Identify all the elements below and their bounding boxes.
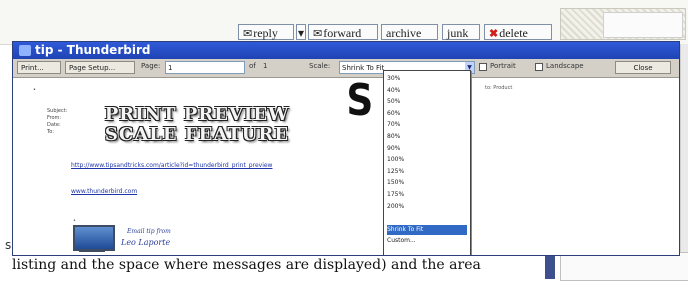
scale-option[interactable]: 90%	[387, 144, 467, 154]
page-count: 1	[263, 62, 268, 70]
background-scroll-thumb	[545, 255, 555, 279]
scale-option[interactable]: 80%	[387, 132, 467, 142]
thumbnail-pane	[603, 12, 683, 38]
thunderbird-window: tip - Thunderbird Print... Page Setup...…	[12, 41, 680, 256]
scale-option[interactable]: 40%	[387, 86, 467, 96]
portrait-label: Portrait	[490, 62, 516, 70]
preview-bullet: •	[73, 218, 76, 224]
landscape-label: Landscape	[546, 62, 584, 70]
scale-option[interactable]: 70%	[387, 120, 467, 130]
delete-icon: ✖	[489, 28, 499, 40]
scale-option[interactable]: Shrink To Fit	[387, 224, 467, 235]
landscape-radio[interactable]	[535, 63, 543, 71]
to-label: To:	[47, 129, 54, 135]
scale-select-value: Shrink To Fit	[342, 64, 385, 72]
portrait-radio[interactable]	[479, 63, 487, 71]
annotation-s-mark: S	[346, 75, 374, 126]
delete-label: delete	[499, 26, 528, 40]
preview-title-line1: PRINT PREVIEW	[104, 104, 290, 125]
junk-button[interactable]: junk	[442, 24, 480, 40]
background-edge-mark: s	[5, 238, 12, 252]
preview-right-text: to: Product	[485, 85, 513, 91]
reply-dropdown-button[interactable]: ▾	[296, 24, 306, 40]
scale-option[interactable]: 125%	[387, 167, 467, 177]
scale-option[interactable]: 100%	[387, 155, 467, 165]
reply-label: reply	[253, 26, 278, 40]
window-titlebar: tip - Thunderbird	[13, 42, 679, 59]
forward-label: forward	[323, 26, 362, 40]
thunderbird-icon	[19, 45, 31, 56]
of-label: of	[249, 62, 256, 70]
preview-url-link[interactable]: http://www.tipsandtricks.com/article?id=…	[71, 162, 272, 169]
archive-button[interactable]: archive	[381, 24, 438, 40]
junk-label: junk	[447, 26, 469, 40]
forward-button[interactable]: ✉forward	[308, 24, 378, 40]
background-scroll-strip	[680, 44, 688, 254]
close-button[interactable]: Close	[615, 61, 671, 74]
background-caption: listing and the space where messages are…	[12, 257, 481, 273]
print-button[interactable]: Print...	[17, 61, 61, 74]
scale-option[interactable]: 200%	[387, 202, 467, 212]
delete-button[interactable]: ✖delete	[484, 24, 552, 40]
scale-option[interactable]: 175%	[387, 190, 467, 200]
preview-site-link[interactable]: www.thunderbird.com	[71, 188, 137, 195]
page-label: Page:	[141, 62, 161, 70]
signature-line2: Leo Laporte	[121, 238, 171, 247]
archive-label: archive	[386, 26, 422, 40]
page-input[interactable]: 1	[165, 61, 245, 74]
thumbnail-image	[560, 8, 686, 40]
reply-icon: ✉	[243, 28, 253, 40]
computer-monitor-icon	[73, 225, 115, 251]
scale-label: Scale:	[309, 62, 331, 70]
forward-icon: ✉	[313, 28, 323, 40]
preview-title-line2: SCALE FEATURE	[104, 124, 290, 145]
scale-option[interactable]: 30%	[387, 74, 467, 84]
preview-title: PRINT PREVIEW SCALE FEATURE	[57, 105, 337, 145]
scale-option[interactable]: 60%	[387, 109, 467, 119]
reply-button[interactable]: ✉reply	[238, 24, 294, 40]
monitor-base	[79, 249, 105, 252]
page-setup-button[interactable]: Page Setup...	[65, 61, 135, 74]
chevron-down-icon: ▾	[297, 26, 305, 40]
scale-option[interactable]: 150%	[387, 178, 467, 188]
background-side-panel	[560, 252, 688, 281]
dropdown-divider	[471, 78, 472, 255]
background-toolbar: ✉reply ▾ ✉forward archive junk ✖delete	[0, 0, 688, 45]
scale-option-separator	[387, 213, 467, 223]
window-title: tip - Thunderbird	[35, 43, 151, 57]
scale-option[interactable]: Custom...	[387, 236, 467, 246]
scale-option[interactable]: 50%	[387, 97, 467, 107]
preview-header-mark: •	[33, 87, 36, 93]
scale-dropdown-list: 30% 40% 50% 60% 70% 80% 90% 100% 125% 150% 175% 200…	[383, 70, 471, 255]
signature-line1: Email tip from	[127, 228, 171, 235]
